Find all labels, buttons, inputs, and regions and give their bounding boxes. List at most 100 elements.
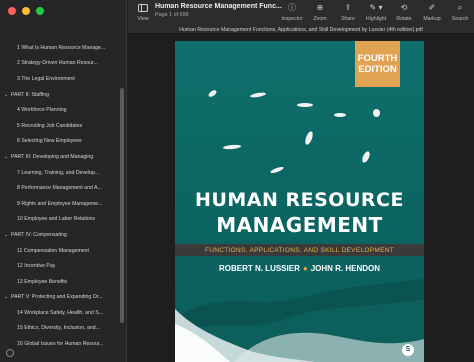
zoom-icon: ⊕ bbox=[316, 3, 324, 12]
search-icon: ⌕ bbox=[457, 3, 463, 12]
markup-icon: ✐ bbox=[428, 3, 436, 12]
info-icon: ⓘ bbox=[288, 3, 296, 12]
search-button[interactable]: ⌕ Search bbox=[446, 3, 474, 22]
surfer-figure bbox=[334, 113, 346, 117]
view-label: View bbox=[137, 16, 149, 22]
toc-item-label: 10 Employee and Labor Relations bbox=[17, 216, 96, 223]
toc-part-item[interactable]: ⌄ PART V: Protecting and Expanding Or... bbox=[0, 290, 118, 306]
toc-item-label: 5 Recruiting Job Candidates bbox=[17, 122, 83, 129]
toc-chapter-item[interactable]: 9 Rights and Employee Manageme... bbox=[0, 196, 118, 212]
toc-item-label: PART IV: Compensating bbox=[11, 231, 67, 238]
surfer-figure bbox=[222, 144, 242, 150]
sidebar: 1 What Is Human Resource Manage... 2 Stra… bbox=[0, 0, 127, 362]
toc-chapter-item[interactable]: 11 Compensation Management bbox=[0, 243, 118, 259]
toc-chapter-item[interactable]: 15 Ethics, Diversity, Inclusion, and... bbox=[0, 321, 118, 337]
minimize-window-button[interactable] bbox=[22, 7, 30, 15]
share-button[interactable]: ⇪ Share bbox=[334, 3, 362, 22]
toc-item-label: 2 Strategy-Driven Human Resour... bbox=[17, 60, 98, 67]
wave-graphic bbox=[175, 279, 424, 362]
search-label: Search bbox=[451, 16, 469, 22]
surfer-figure bbox=[249, 91, 267, 99]
table-of-contents: 1 What Is Human Resource Manage... 2 Stra… bbox=[0, 40, 118, 352]
zoom-button[interactable]: ⊕ Zoom bbox=[306, 3, 334, 22]
toc-item-label: PART V: Protecting and Expanding Or... bbox=[11, 294, 103, 301]
zoom-window-button[interactable] bbox=[36, 7, 44, 15]
page-indicator: Page 1 of 698 bbox=[155, 12, 189, 18]
edition-line1: FOURTH bbox=[357, 53, 398, 64]
toc-item-label: 12 Incentive Pay bbox=[17, 263, 56, 270]
publisher-logo: S bbox=[402, 344, 414, 356]
toc-item-label: 11 Compensation Management bbox=[17, 247, 89, 254]
zoom-label: Zoom bbox=[313, 16, 327, 22]
toc-item-label: 14 Workplace Safety, Health, and S... bbox=[17, 309, 104, 316]
highlight-button[interactable]: ✎ ▾ Highlight bbox=[362, 3, 390, 22]
surfer-figure bbox=[373, 109, 380, 117]
toc-chapter-item[interactable]: 4 Workforce Planning bbox=[0, 102, 118, 118]
toc-chapter-item[interactable]: 16 Global Issues for Human Resour... bbox=[0, 336, 118, 352]
toc-item-label: 8 Performance Management and A... bbox=[17, 185, 102, 192]
toc-chapter-item[interactable]: 6 Selecting New Employees bbox=[0, 134, 118, 150]
toc-item-label: 15 Ethics, Diversity, Inclusion, and... bbox=[17, 325, 100, 332]
surfer-figure bbox=[303, 130, 315, 146]
cover-title-line1: HUMAN RESOURCE bbox=[195, 189, 404, 211]
markup-button[interactable]: ✐ Markup bbox=[418, 3, 446, 22]
chevron-down-icon[interactable]: ⌄ bbox=[4, 294, 11, 300]
rotate-label: Rotate bbox=[396, 16, 412, 22]
toc-item-label: 16 Global Issues for Human Resour... bbox=[17, 341, 104, 348]
inspector-label: Inspector bbox=[281, 16, 303, 22]
surfer-figure bbox=[269, 165, 285, 175]
author-1: ROBERT N. LUSSIER bbox=[218, 264, 300, 273]
toc-item-label: 13 Employee Benefits bbox=[17, 278, 68, 285]
toc-part-item[interactable]: ⌄ PART IV: Compensating bbox=[0, 227, 118, 243]
surfer-figure bbox=[360, 150, 372, 164]
cover-authors: ROBERT N. LUSSIER ● JOHN R. HENDON bbox=[175, 264, 424, 273]
edition-line2: EDITION bbox=[358, 64, 397, 75]
toc-chapter-item[interactable]: 12 Incentive Pay bbox=[0, 258, 118, 274]
rotate-icon: ⟲ bbox=[400, 3, 408, 12]
chevron-down-icon[interactable]: ⌄ bbox=[4, 232, 11, 238]
toc-item-label: 3 The Legal Environment bbox=[17, 75, 75, 82]
author-2: JOHN R. HENDON bbox=[310, 264, 381, 273]
toc-item-label: 6 Selecting New Employees bbox=[17, 138, 82, 145]
toc-item-label: PART II: Staffing bbox=[11, 91, 49, 98]
close-window-button[interactable] bbox=[8, 7, 16, 15]
edition-badge: FOURTH EDITION bbox=[355, 41, 400, 87]
chevron-down-icon[interactable]: ⌄ bbox=[4, 92, 11, 98]
toc-chapter-item[interactable]: 2 Strategy-Driven Human Resour... bbox=[0, 56, 118, 72]
toc-part-item[interactable]: ⌄ PART II: Staffing bbox=[0, 87, 118, 103]
pdf-file-name: Human Resource Management Functions, App… bbox=[179, 27, 423, 33]
cover-title-line2: MANAGEMENT bbox=[216, 213, 383, 237]
toc-chapter-item[interactable]: 7 Learning, Training, and Develop... bbox=[0, 165, 118, 181]
chevron-down-icon[interactable]: ⌄ bbox=[4, 154, 11, 160]
sidebar-scrollbar[interactable] bbox=[120, 88, 124, 323]
toc-chapter-item[interactable]: 5 Recruiting Job Candidates bbox=[0, 118, 118, 134]
window-controls bbox=[8, 7, 44, 15]
markup-label: Markup bbox=[423, 16, 441, 22]
sidebar-icon bbox=[138, 4, 148, 12]
highlight-label: Highlight bbox=[365, 16, 387, 22]
toc-item-label: 4 Workforce Planning bbox=[17, 107, 67, 114]
toolbar-tools: ⓘ Inspector ⊕ Zoom ⇪ Share ✎ ▾ Highlight… bbox=[278, 3, 474, 22]
view-button[interactable]: View bbox=[134, 4, 152, 22]
share-label: Share bbox=[341, 16, 355, 22]
toc-chapter-item[interactable]: 10 Employee and Labor Relations bbox=[0, 212, 118, 228]
subtitle-bar: FUNCTIONS, APPLICATIONS, AND SKILL DEVEL… bbox=[175, 244, 424, 256]
toc-chapter-item[interactable]: 1 What Is Human Resource Manage... bbox=[0, 40, 118, 56]
highlight-icon: ✎ ▾ bbox=[369, 3, 383, 12]
cover-subtitle: FUNCTIONS, APPLICATIONS, AND SKILL DEVEL… bbox=[205, 246, 394, 254]
toc-item-label: 1 What Is Human Resource Manage... bbox=[17, 44, 106, 51]
toc-chapter-item[interactable]: 8 Performance Management and A... bbox=[0, 180, 118, 196]
inspector-button[interactable]: ⓘ Inspector bbox=[278, 3, 306, 22]
add-icon[interactable] bbox=[6, 349, 14, 357]
separator-dot-icon: ● bbox=[302, 264, 308, 273]
rotate-button[interactable]: ⟲ Rotate bbox=[390, 3, 418, 22]
toc-part-item[interactable]: ⌄ PART III: Developing and Managing bbox=[0, 149, 118, 165]
toc-chapter-item[interactable]: 14 Workplace Safety, Health, and S... bbox=[0, 305, 118, 321]
surfer-figure bbox=[207, 88, 218, 99]
share-icon: ⇪ bbox=[344, 3, 352, 12]
toc-chapter-item[interactable]: 13 Employee Benefits bbox=[0, 274, 118, 290]
book-cover: FOURTH EDITION HUMAN RESOURCE MANAGEMENT… bbox=[175, 41, 424, 362]
toc-chapter-item[interactable]: 3 The Legal Environment bbox=[0, 71, 118, 87]
toc-item-label: 7 Learning, Training, and Develop... bbox=[17, 169, 100, 176]
toc-item-label: 9 Rights and Employee Manageme... bbox=[17, 200, 103, 207]
